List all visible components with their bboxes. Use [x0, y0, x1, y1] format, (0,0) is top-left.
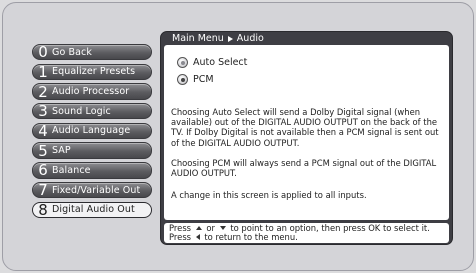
description-auto-select: Choosing Auto Select will send a Dolby D… — [171, 107, 439, 148]
arrow-left-icon — [195, 234, 200, 241]
option-label: PCM — [193, 74, 214, 85]
menu-item-label: SAP — [52, 145, 71, 157]
menu-item-fixed-variable-out[interactable]: 7 Fixed/Variable Out — [32, 181, 152, 199]
menu-item-number: 4 — [38, 121, 48, 140]
breadcrumb-root: Main Menu — [172, 33, 224, 44]
options-content: Auto Select PCM Choosing Auto Select wil… — [164, 45, 449, 220]
menu-item-number: 6 — [38, 161, 48, 180]
breadcrumb: Main Menu Audio — [172, 33, 264, 44]
menu-item-number: 8 — [38, 200, 48, 219]
audio-menu: 0 Go Back 1 Equalizer Presets 2 Audio Pr… — [32, 44, 152, 221]
menu-item-label: Audio Language — [52, 125, 131, 137]
menu-item-audio-processor[interactable]: 2 Audio Processor — [32, 82, 152, 101]
radio-button-icon[interactable] — [177, 57, 188, 68]
settings-panel: Main Menu Audio Auto Select PCM Choosing… — [160, 31, 453, 245]
menu-item-number: 5 — [38, 141, 48, 160]
description-pcm: Choosing PCM will always send a PCM sign… — [171, 158, 437, 179]
menu-item-number: 3 — [38, 102, 48, 121]
menu-item-label: Balance — [52, 164, 91, 176]
menu-item-balance[interactable]: 6 Balance — [32, 161, 152, 180]
arrow-up-icon — [195, 226, 202, 230]
menu-item-equalizer-presets[interactable]: 1 Equalizer Presets — [32, 62, 152, 81]
breadcrumb-current: Audio — [236, 33, 264, 44]
menu-item-sound-logic[interactable]: 3 Sound Logic — [32, 102, 152, 121]
menu-item-go-back[interactable]: 0 Go Back — [32, 43, 152, 62]
menu-item-label: Digital Audio Out — [52, 204, 135, 216]
option-pcm[interactable]: PCM — [177, 74, 214, 85]
menu-item-label: Fixed/Variable Out — [52, 184, 141, 196]
help-hint: Press or to point to an option, then pre… — [164, 223, 449, 243]
radio-button-icon[interactable] — [177, 74, 188, 85]
hint-text: to return to the menu. — [204, 231, 298, 242]
menu-item-number: 7 — [38, 181, 48, 199]
menu-item-label: Audio Processor — [52, 86, 130, 98]
menu-item-number: 0 — [38, 43, 48, 62]
breadcrumb-arrow-icon — [227, 35, 233, 42]
menu-item-number: 2 — [38, 82, 48, 101]
tv-screen: 0 Go Back 1 Equalizer Presets 2 Audio Pr… — [2, 2, 474, 271]
arrow-down-icon — [219, 226, 226, 230]
option-auto-select[interactable]: Auto Select — [177, 57, 247, 68]
menu-item-label: Equalizer Presets — [52, 66, 136, 78]
menu-item-audio-language[interactable]: 4 Audio Language — [32, 121, 152, 140]
description-note: A change in this screen is applied to al… — [171, 190, 367, 200]
menu-item-number: 1 — [38, 62, 48, 81]
menu-item-sap[interactable]: 5 SAP — [32, 141, 152, 160]
menu-item-label: Go Back — [52, 46, 92, 58]
menu-item-digital-audio-out[interactable]: 8 Digital Audio Out — [32, 200, 152, 219]
option-label: Auto Select — [193, 57, 248, 68]
menu-item-label: Sound Logic — [52, 105, 111, 117]
